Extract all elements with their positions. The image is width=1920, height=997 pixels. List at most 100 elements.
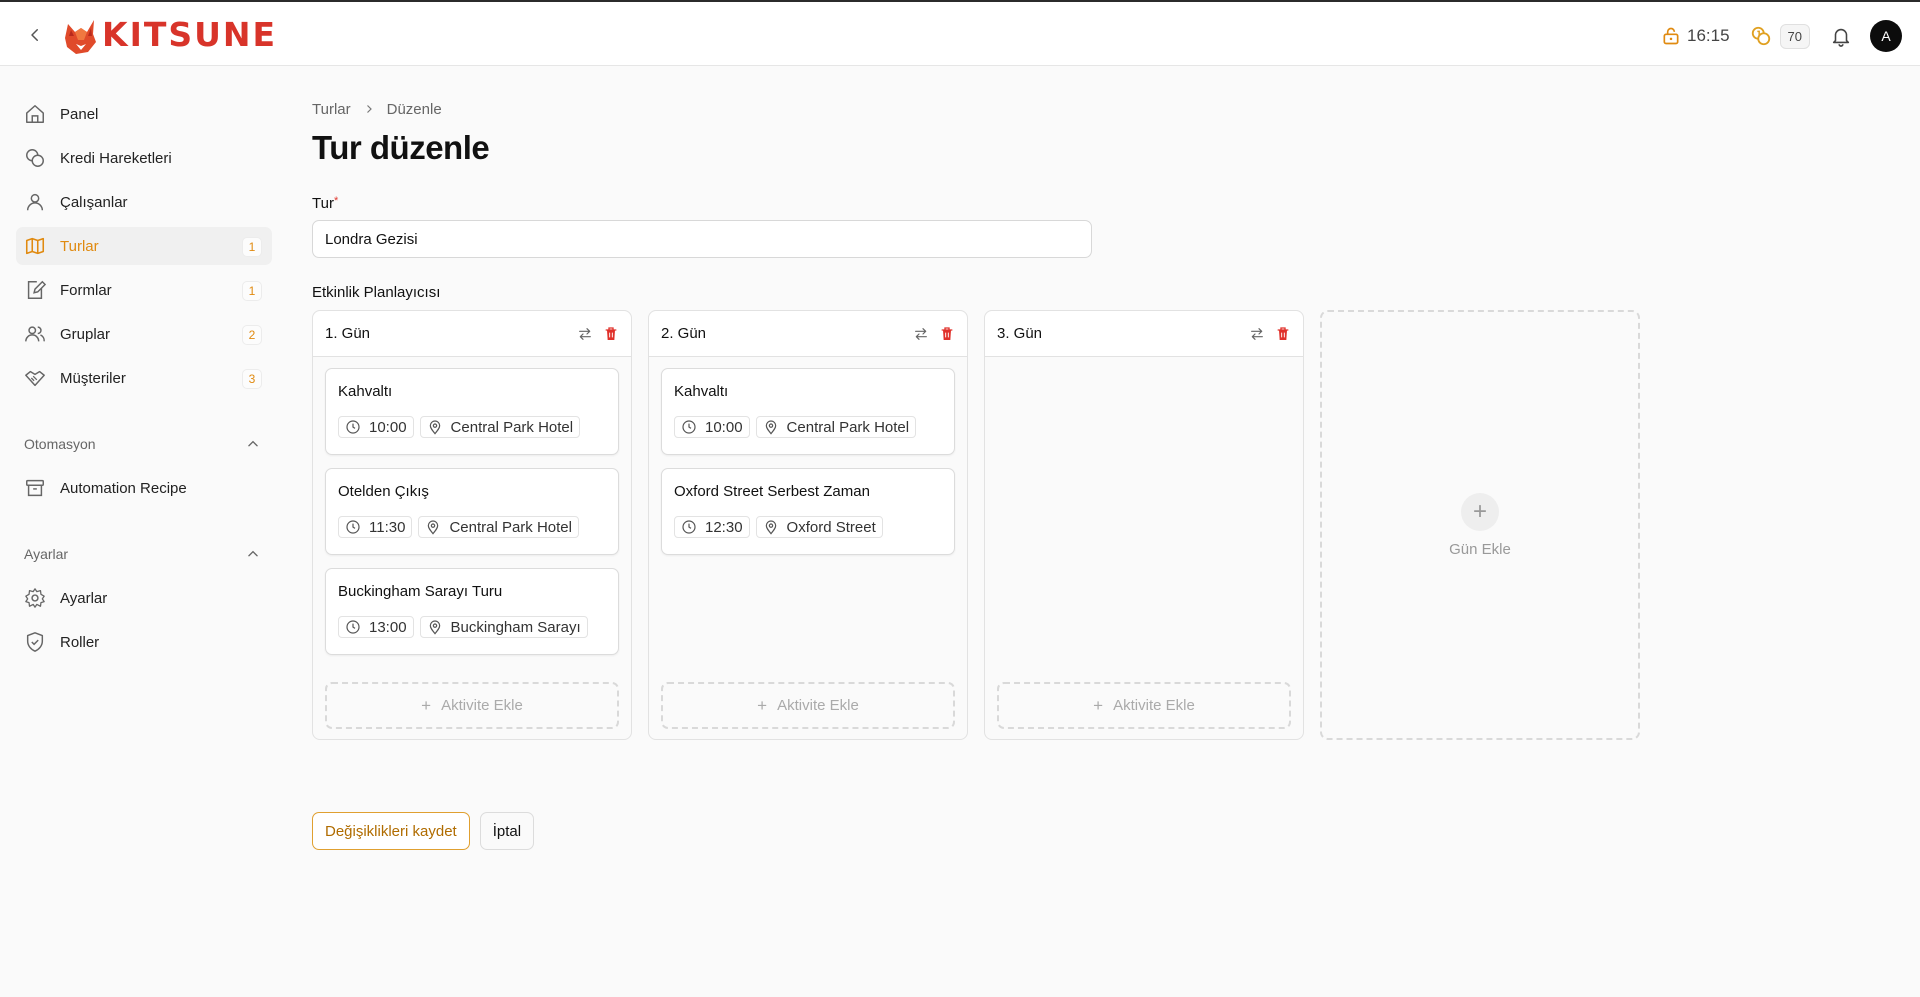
activity-location: Central Park Hotel (786, 418, 910, 436)
activity-card[interactable]: Kahvaltı 10:00 Central Park Hotel (325, 368, 619, 455)
add-activity-label: Aktivite Ekle (1113, 697, 1195, 714)
map-pin-icon (428, 520, 439, 535)
swap-day-button[interactable] (913, 326, 929, 342)
count-badge: 1 (242, 281, 262, 301)
location-chip: Central Park Hotel (418, 516, 579, 538)
day-title: 1. Gün (325, 325, 371, 342)
shield-check-icon (24, 631, 46, 653)
users-icon (24, 323, 46, 345)
location-chip: Central Park Hotel (419, 416, 581, 438)
sidebar-item-automation-recipe[interactable]: Automation Recipe (16, 469, 272, 507)
activity-card[interactable]: Oxford Street Serbest Zaman 12:30 Oxford… (661, 468, 955, 555)
clock-icon (682, 420, 696, 434)
swap-day-button[interactable] (577, 326, 593, 342)
swap-day-button[interactable] (1249, 326, 1265, 342)
swap-arrows-icon (915, 327, 927, 340)
delete-day-button[interactable] (939, 326, 955, 342)
sidebar-item-formlar[interactable]: Formlar 1 (16, 271, 272, 309)
activity-location: Central Park Hotel (449, 518, 572, 536)
map-pin-icon (429, 420, 440, 435)
breadcrumb-turlar[interactable]: Turlar (312, 101, 351, 118)
activity-card[interactable]: Buckingham Sarayı Turu 13:00 Buckingham … (325, 568, 619, 655)
activity-title: Otelden Çıkış (338, 483, 429, 500)
sidebar-item-roller[interactable]: Roller (16, 623, 272, 661)
delete-day-button[interactable] (603, 326, 619, 342)
time-chip: 11:30 (338, 516, 413, 538)
clock-icon (682, 520, 696, 534)
breadcrumb-duzenle: Düzenle (386, 100, 442, 118)
day-header: 3. Gün (985, 311, 1303, 357)
location-chip: Oxford Street (755, 516, 883, 538)
bell-icon (1832, 28, 1850, 47)
activity-time: 11:30 (369, 518, 406, 536)
handshake-icon (24, 367, 46, 389)
page-title: Tur düzenle (312, 129, 490, 166)
count-badge: 2 (242, 325, 262, 345)
sidebar-item-turlar[interactable]: Turlar 1 (16, 227, 272, 265)
add-activity-label: Aktivite Ekle (777, 697, 859, 714)
location-chip: Central Park Hotel (755, 416, 917, 438)
activity-time: 10:00 (369, 418, 407, 436)
plus-icon: + (757, 695, 768, 715)
sidebar-item-label: Kredi Hareketleri (60, 149, 172, 167)
day-header: 2. Gün (649, 311, 967, 357)
tour-label-text: Tur (312, 195, 334, 212)
activity-card[interactable]: Otelden Çıkış 11:30 Central Park Hotel (325, 468, 619, 555)
section-header-otomasyon[interactable]: Otomasyon (16, 429, 272, 459)
user-avatar[interactable]: A (1870, 20, 1902, 52)
save-changes-button[interactable]: Değişiklikleri kaydet (312, 812, 470, 850)
sidebar-item-panel[interactable]: Panel (16, 95, 272, 133)
sidebar-item-ayarlar[interactable]: Ayarlar (16, 579, 272, 617)
swap-arrows-icon (579, 327, 591, 340)
activity-time: 13:00 (369, 618, 407, 636)
activity-title: Buckingham Sarayı Turu (338, 583, 503, 600)
trash-icon (1277, 326, 1289, 340)
sidebar: Panel Kredi Hareketleri Çalışanlar Turla… (16, 95, 272, 667)
day-header: 1. Gün (313, 311, 631, 357)
chevron-left-icon (31, 29, 38, 41)
tour-name-input[interactable] (312, 220, 1092, 258)
add-activity-button[interactable]: + Aktivite Ekle (997, 682, 1291, 729)
activity-title: Oxford Street Serbest Zaman (674, 483, 870, 500)
sidebar-item-calisanlar[interactable]: Çalışanlar (16, 183, 272, 221)
day-column: 2. Gün Kahvaltı 10:00 Central Park Hotel… (648, 310, 968, 740)
credit-balance[interactable]: 70 (1750, 23, 1810, 49)
clock-icon (346, 520, 360, 534)
user-icon (24, 191, 46, 213)
session-timer[interactable]: 16:15 (1661, 26, 1730, 46)
plus-icon: + (421, 695, 432, 715)
count-badge: 1 (242, 237, 262, 257)
sidebar-item-label: Çalışanlar (60, 193, 128, 211)
chevron-up-icon (248, 550, 258, 557)
add-day-button[interactable]: + Gün Ekle (1320, 310, 1640, 740)
add-activity-label: Aktivite Ekle (441, 697, 523, 714)
activity-time: 10:00 (705, 418, 743, 436)
sidebar-item-label: Formlar (60, 281, 112, 299)
section-header-ayarlar[interactable]: Ayarlar (16, 539, 272, 569)
sidebar-item-musteriler[interactable]: Müşteriler 3 (16, 359, 272, 397)
plus-icon: + (1461, 492, 1499, 531)
form-actions: Değişiklikleri kaydet İptal (312, 812, 535, 850)
sidebar-item-label: Roller (60, 633, 100, 651)
home-icon (24, 103, 46, 125)
add-activity-button[interactable]: + Aktivite Ekle (325, 682, 619, 729)
breadcrumb: Turlar Düzenle (312, 95, 1642, 123)
required-mark: * (333, 195, 339, 207)
delete-day-button[interactable] (1275, 326, 1291, 342)
fox-logo-icon (65, 20, 96, 54)
sidebar-item-kredi-hareketleri[interactable]: Kredi Hareketleri (16, 139, 272, 177)
map-pin-icon (765, 420, 776, 435)
add-activity-button[interactable]: + Aktivite Ekle (661, 682, 955, 729)
sidebar-item-gruplar[interactable]: Gruplar 2 (16, 315, 272, 353)
swap-arrows-icon (1251, 327, 1263, 340)
activity-title: Kahvaltı (338, 383, 393, 400)
map-pin-icon (765, 520, 776, 535)
brand-logo[interactable]: KITSUNE (62, 12, 277, 56)
back-button[interactable] (22, 22, 48, 48)
cancel-button[interactable]: İptal (479, 812, 535, 850)
chevron-up-icon (248, 440, 258, 447)
notifications-button[interactable] (1830, 25, 1852, 47)
coins-icon (1751, 26, 1770, 46)
activity-card[interactable]: Kahvaltı 10:00 Central Park Hotel (661, 368, 955, 455)
location-chip: Buckingham Sarayı (419, 616, 588, 638)
